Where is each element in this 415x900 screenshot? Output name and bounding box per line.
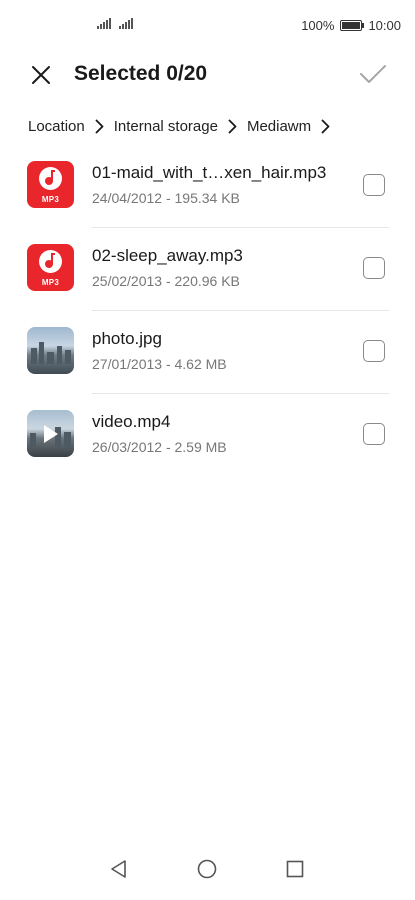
check-icon — [360, 65, 386, 83]
breadcrumb-internal-storage[interactable]: Internal storage — [114, 118, 218, 135]
file-name: video.mp4 — [92, 412, 171, 431]
chevron-right-icon — [321, 119, 330, 134]
back-triangle-icon — [111, 860, 126, 878]
breadcrumb-mediawm[interactable]: Mediawm — [247, 118, 311, 135]
file-meta: 27/01/2013 - 4.62 MB — [92, 356, 227, 372]
file-row[interactable]: video.mp4 26/03/2012 - 2.59 MB — [0, 394, 415, 477]
play-icon — [44, 425, 58, 443]
close-button[interactable] — [26, 60, 56, 90]
music-file-icon: MP3 — [27, 244, 74, 291]
recents-square-icon — [286, 860, 304, 878]
signal-indicators — [97, 17, 133, 29]
screen: 100% 10:00 Selected 0/20 Location Intern… — [0, 0, 415, 900]
file-name: photo.jpg — [92, 329, 162, 348]
signal-strength-icon — [119, 17, 133, 29]
file-type-label: MP3 — [41, 195, 60, 204]
nav-recents-button[interactable] — [283, 857, 307, 881]
file-row[interactable]: MP3 01-maid_with_t…xen_hair.mp3 24/04/20… — [0, 145, 415, 228]
confirm-button[interactable] — [357, 58, 389, 90]
file-name: 02-sleep_away.mp3 — [92, 246, 243, 265]
music-file-icon: MP3 — [27, 161, 74, 208]
select-checkbox[interactable] — [363, 257, 385, 279]
home-circle-icon — [197, 859, 217, 879]
clock: 10:00 — [368, 18, 401, 33]
file-type-label: MP3 — [41, 278, 60, 287]
header: Selected 0/20 — [0, 56, 415, 96]
select-checkbox[interactable] — [363, 174, 385, 196]
navigation-bar — [0, 845, 415, 900]
image-thumbnail — [27, 327, 74, 374]
select-checkbox[interactable] — [363, 423, 385, 445]
status-bar: 100% 10:00 — [0, 0, 415, 50]
close-icon — [32, 66, 50, 84]
status-right: 100% 10:00 — [301, 18, 401, 33]
nav-home-button[interactable] — [195, 857, 219, 881]
file-meta: 24/04/2012 - 195.34 KB — [92, 190, 240, 206]
chevron-right-icon — [95, 119, 104, 134]
file-list: MP3 01-maid_with_t…xen_hair.mp3 24/04/20… — [0, 145, 415, 477]
breadcrumb: Location Internal storage Mediawm — [28, 114, 405, 138]
file-meta: 25/02/2013 - 220.96 KB — [92, 273, 240, 289]
breadcrumb-location[interactable]: Location — [28, 118, 85, 135]
nav-back-button[interactable] — [107, 857, 131, 881]
chevron-right-icon — [228, 119, 237, 134]
battery-percent: 100% — [301, 18, 335, 33]
file-row[interactable]: photo.jpg 27/01/2013 - 4.62 MB — [0, 311, 415, 394]
page-title: Selected 0/20 — [74, 62, 208, 85]
file-row[interactable]: MP3 02-sleep_away.mp3 25/02/2013 - 220.9… — [0, 228, 415, 311]
select-checkbox[interactable] — [363, 340, 385, 362]
file-meta: 26/03/2012 - 2.59 MB — [92, 439, 227, 455]
signal-strength-icon — [97, 17, 111, 29]
video-thumbnail — [27, 410, 74, 457]
file-name: 01-maid_with_t…xen_hair.mp3 — [92, 163, 327, 182]
battery-icon — [340, 20, 365, 31]
